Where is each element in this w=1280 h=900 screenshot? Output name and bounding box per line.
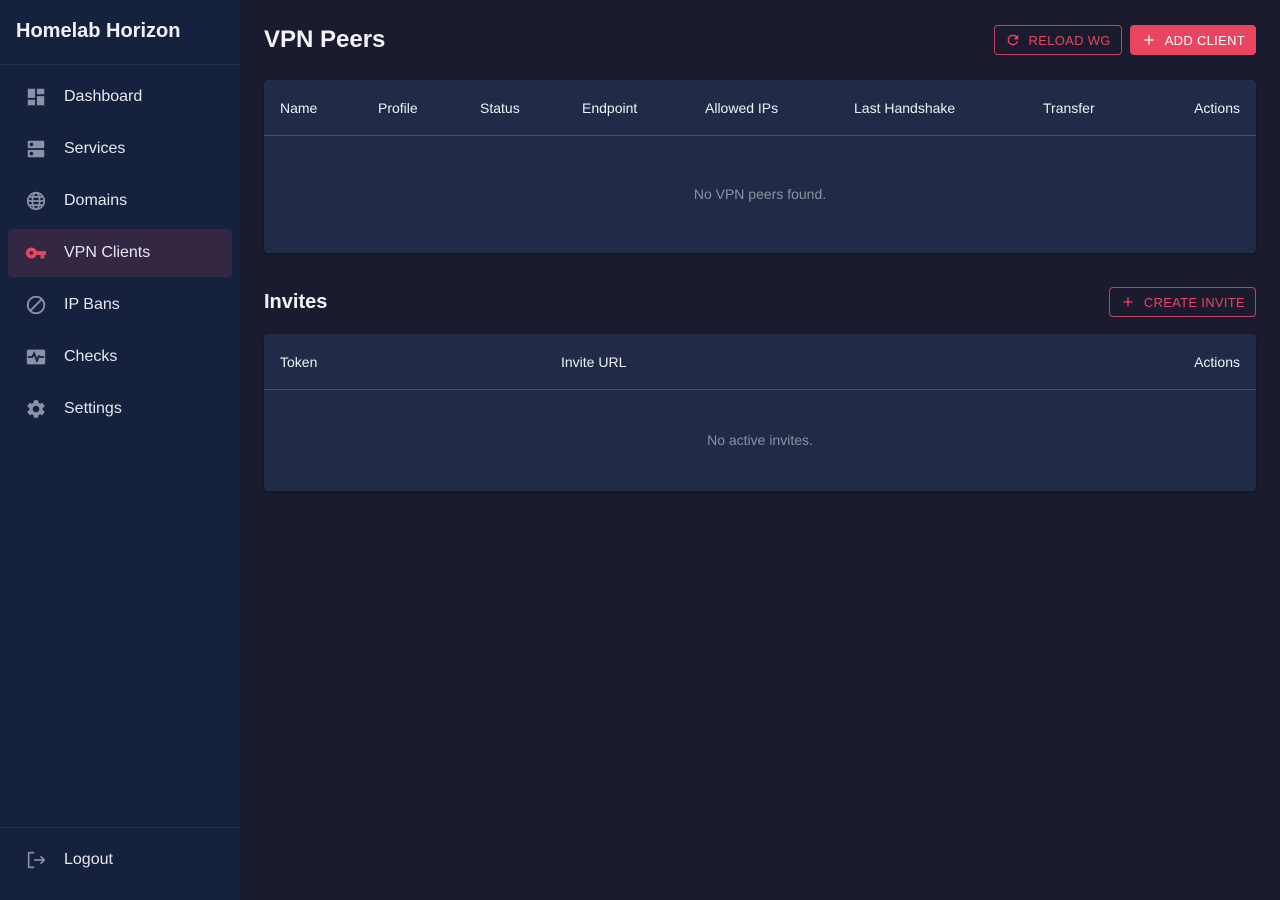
globe-icon <box>24 189 48 213</box>
sidebar-nav: Dashboard Services Domains VPN Clients I… <box>0 65 240 437</box>
sidebar: Homelab Horizon Dashboard Services Domai… <box>0 0 240 900</box>
invites-header: Invites CREATE INVITE <box>264 286 1256 318</box>
column-header-endpoint[interactable]: Endpoint <box>582 100 637 116</box>
key-icon <box>24 241 48 265</box>
invites-table: Token Invite URL Actions No active invit… <box>264 334 1256 491</box>
sidebar-item-ip-bans[interactable]: IP Bans <box>8 281 232 329</box>
sidebar-item-label: Checks <box>64 348 118 365</box>
sidebar-item-label: Services <box>64 140 126 157</box>
plus-icon <box>1123 297 1133 307</box>
sidebar-item-label: Dashboard <box>64 88 143 105</box>
column-header-allowed-ips[interactable]: Allowed IPs <box>705 100 778 116</box>
logout-button[interactable]: Logout <box>8 836 232 884</box>
add-client-label: ADD CLIENT <box>1164 32 1245 48</box>
peers-header: VPN Peers RELOAD WG ADD CLIENT <box>264 24 1256 56</box>
brand-title: Homelab Horizon <box>0 0 240 65</box>
app-root: Homelab Horizon Dashboard Services Domai… <box>0 0 1280 900</box>
refresh-icon <box>1007 34 1018 46</box>
peers-table: Name Profile Status Endpoint Allowed IPs… <box>264 80 1256 253</box>
column-header-status[interactable]: Status <box>480 100 520 116</box>
column-header-token[interactable]: Token <box>280 354 317 370</box>
logout-label: Logout <box>64 851 113 868</box>
sidebar-item-domains[interactable]: Domains <box>8 177 232 225</box>
sidebar-item-services[interactable]: Services <box>8 125 232 173</box>
reload-wg-label: RELOAD WG <box>1028 32 1111 48</box>
plus-icon <box>1144 35 1154 45</box>
peers-empty-state: No VPN peers found. <box>693 186 827 202</box>
sidebar-item-vpn-clients[interactable]: VPN Clients <box>8 229 232 277</box>
main-content: VPN Peers RELOAD WG ADD CLIENT Name Prof… <box>240 0 1280 900</box>
column-header-last-handshake[interactable]: Last Handshake <box>854 100 955 116</box>
peers-actions: RELOAD WG ADD CLIENT <box>993 25 1256 55</box>
column-header-invite-url[interactable]: Invite URL <box>561 354 626 370</box>
invites-title: Invites <box>264 290 328 313</box>
sidebar-item-checks[interactable]: Checks <box>8 333 232 381</box>
invites-empty-state: No active invites. <box>707 432 813 448</box>
sidebar-item-label: IP Bans <box>64 296 120 313</box>
block-icon <box>24 293 48 317</box>
sidebar-item-dashboard[interactable]: Dashboard <box>8 73 232 121</box>
invites-table-header: Token Invite URL Actions <box>264 334 1256 390</box>
sidebar-item-settings[interactable]: Settings <box>8 385 232 433</box>
create-invite-button[interactable]: CREATE INVITE <box>1108 287 1256 317</box>
column-header-actions: Actions <box>1194 99 1240 116</box>
column-header-profile[interactable]: Profile <box>378 100 418 116</box>
column-header-actions: Actions <box>1194 353 1240 370</box>
add-client-button[interactable]: ADD CLIENT <box>1129 25 1256 55</box>
sidebar-footer: Logout <box>0 827 240 900</box>
reload-wg-button[interactable]: RELOAD WG <box>993 25 1122 55</box>
page-title: VPN Peers <box>264 26 386 53</box>
dns-server-icon <box>24 137 48 161</box>
dashboard-icon <box>24 85 48 109</box>
column-header-transfer[interactable]: Transfer <box>1043 100 1095 116</box>
peers-table-header: Name Profile Status Endpoint Allowed IPs… <box>264 80 1256 136</box>
sidebar-item-label: Domains <box>64 192 128 209</box>
sidebar-item-label: Settings <box>64 400 122 417</box>
monitor-heart-icon <box>24 345 48 369</box>
sidebar-item-label: VPN Clients <box>64 244 151 261</box>
logout-icon <box>24 848 48 872</box>
gear-icon <box>24 397 48 421</box>
column-header-name[interactable]: Name <box>280 100 317 116</box>
create-invite-label: CREATE INVITE <box>1143 294 1245 310</box>
